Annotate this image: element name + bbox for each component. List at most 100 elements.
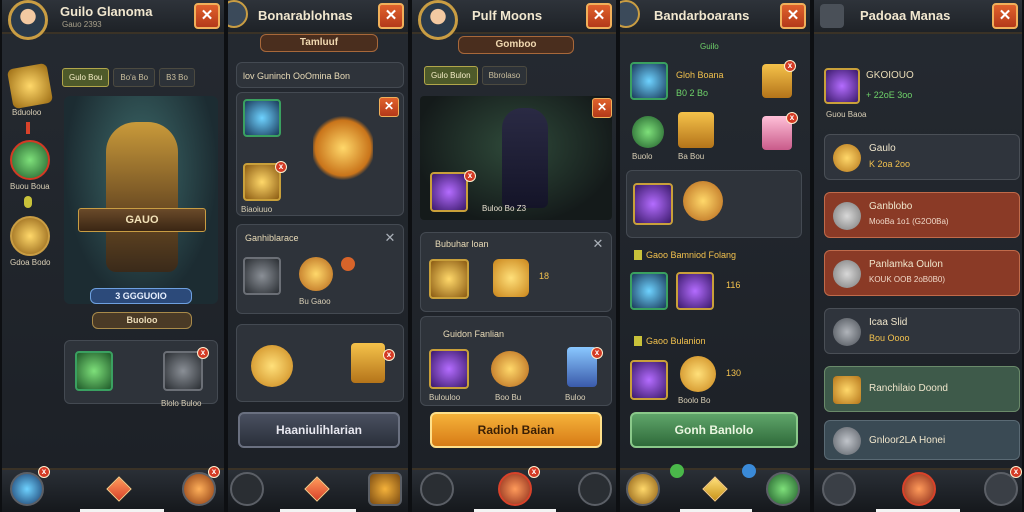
home-icon[interactable]: [304, 476, 330, 502]
row-label-1: Buolo: [632, 152, 653, 161]
helmet-icon[interactable]: [230, 472, 264, 506]
close-card-button[interactable]: ✕: [381, 229, 399, 247]
treasure-icon[interactable]: [678, 112, 714, 148]
notify-badge: x: [383, 349, 395, 361]
mission-row-1[interactable]: Gaulo K 2oa 2oo: [824, 134, 1020, 180]
home-icon[interactable]: [702, 476, 728, 502]
boot-icon[interactable]: [163, 351, 203, 391]
tab-banner[interactable]: Tamluuf: [260, 34, 378, 52]
info-badge: [742, 464, 756, 478]
gold-coins-icon[interactable]: [251, 345, 293, 387]
mission-row-2[interactable]: Ganblobo MooBa 1o1 (G2O0Ba): [824, 192, 1020, 238]
helmet-icon[interactable]: [632, 116, 664, 148]
tab-3[interactable]: B3 Bo: [159, 68, 195, 87]
arrow-icon[interactable]: [676, 272, 714, 310]
action-button[interactable]: Haaniulihlarian: [238, 412, 400, 448]
side-label-3: Gdoa Bodo: [10, 258, 51, 267]
weapon-icon[interactable]: [820, 4, 844, 28]
top-label: Guou Baoa: [826, 110, 867, 119]
player-avatar[interactable]: [418, 0, 458, 40]
item-label-3: Buloo: [565, 393, 586, 402]
chest-icon[interactable]: [368, 472, 402, 506]
action-button[interactable]: Radioh Baian: [430, 412, 602, 448]
panel-title: Pulf Moons: [472, 8, 543, 23]
home-icon[interactable]: [106, 476, 132, 502]
crystal-icon[interactable]: [75, 351, 113, 391]
dagger-icon[interactable]: [243, 257, 281, 295]
shield-icon[interactable]: [493, 259, 529, 297]
gem-icon[interactable]: [10, 472, 44, 506]
spellbook-icon[interactable]: [430, 172, 468, 212]
compass-icon[interactable]: [766, 472, 800, 506]
coin-icon[interactable]: [680, 356, 716, 392]
close-button[interactable]: ✕: [586, 3, 612, 29]
home-icon[interactable]: [902, 472, 936, 506]
settings-icon[interactable]: [228, 0, 248, 28]
coin-bag-icon[interactable]: [626, 472, 660, 506]
tab-2[interactable]: Bo'a Bo: [113, 68, 156, 87]
notify-badge: x: [786, 112, 798, 124]
close-button[interactable]: ✕: [194, 3, 220, 29]
rune-icon[interactable]: [429, 349, 469, 389]
top-bar: Guilo Glanoma Gauo 2393 ✕: [2, 0, 224, 40]
mission-row-6[interactable]: Gnloor2LA Honei: [824, 420, 1020, 460]
bottom-bar: x x: [2, 466, 224, 512]
pouch-icon[interactable]: [491, 351, 529, 387]
dagger-icon: [833, 318, 861, 346]
top-sub: + 22oE 3oo: [866, 90, 913, 100]
tab-1[interactable]: Gulo Bulon: [424, 66, 478, 85]
rune-icon[interactable]: [633, 183, 673, 225]
settings-icon[interactable]: [620, 0, 640, 28]
close-card-button[interactable]: ✕: [589, 235, 607, 253]
tab-1[interactable]: Gulo Bou: [62, 68, 110, 87]
panel-title: Bandarboarans: [654, 8, 750, 23]
player-avatar[interactable]: [8, 0, 48, 40]
close-scene-button[interactable]: ✕: [592, 98, 612, 118]
staff-icon[interactable]: [630, 360, 668, 400]
boot-icon[interactable]: [630, 62, 668, 100]
row-sub: K 2oa 2oo: [869, 159, 911, 169]
missions-panel: Padoaa Manas ✕ GKOIOUO + 22oE 3oo Guou B…: [812, 0, 1024, 512]
item-label-2: Boo Bu: [495, 393, 522, 402]
mission-row-5[interactable]: Ranchilaio Doond: [824, 366, 1020, 412]
sword-icon[interactable]: [429, 259, 469, 299]
scroll-icon[interactable]: [6, 62, 54, 110]
potion-icon[interactable]: [243, 99, 281, 137]
list-value-2: 130: [726, 368, 742, 378]
home-icon[interactable]: [498, 472, 532, 506]
action-button[interactable]: Gonh Banlolo: [630, 412, 798, 448]
row-sub: KOUK OOB 2oB0B0): [869, 275, 946, 284]
panel-subtitle: Gauo 2393: [62, 20, 102, 29]
tab-2[interactable]: Bbrolaso: [481, 66, 528, 85]
compass-icon[interactable]: [10, 140, 50, 180]
top-bar: Bonarablohnas ✕: [228, 0, 408, 34]
mission-row-4[interactable]: Icaa Slid Bou Oooo: [824, 308, 1020, 354]
item-label: Blolo Buloo: [161, 399, 202, 408]
gold-pile-icon[interactable]: [683, 181, 723, 221]
helmet-icon[interactable]: [420, 472, 454, 506]
crystal-icon[interactable]: [630, 272, 668, 310]
tab-banner[interactable]: Gomboo: [458, 36, 574, 54]
mission-row-3[interactable]: Panlamka Oulon KOUK OOB 2oB0B0): [824, 250, 1020, 296]
section-label: Guilo: [700, 42, 719, 51]
golden-shield-icon[interactable]: [313, 113, 373, 183]
close-card-button[interactable]: ✕: [379, 97, 399, 117]
scene-label: Buloo Bo Z3: [482, 204, 527, 213]
hero-button[interactable]: Buoloo: [92, 312, 192, 329]
map-icon[interactable]: [578, 472, 612, 506]
shield-icon[interactable]: [10, 216, 50, 256]
close-button[interactable]: ✕: [780, 3, 806, 29]
rune-icon[interactable]: [824, 68, 860, 104]
row-title: Gaulo: [869, 143, 896, 154]
notify-badge: x: [38, 466, 50, 478]
row-title: Gnloor2LA Honei: [869, 435, 946, 446]
row-title: Ranchilaio Doond: [869, 383, 948, 394]
close-button[interactable]: ✕: [992, 3, 1018, 29]
card-header: Guidon Fanlian: [443, 329, 505, 339]
treasure-box-icon[interactable]: [351, 343, 385, 383]
row-title: Icaa Slid: [869, 317, 908, 328]
close-button[interactable]: ✕: [378, 3, 404, 29]
lock-icon[interactable]: [822, 472, 856, 506]
flask-icon[interactable]: [299, 257, 333, 291]
reward-card-1: Bubuhar loan ✕ 18: [420, 232, 612, 312]
